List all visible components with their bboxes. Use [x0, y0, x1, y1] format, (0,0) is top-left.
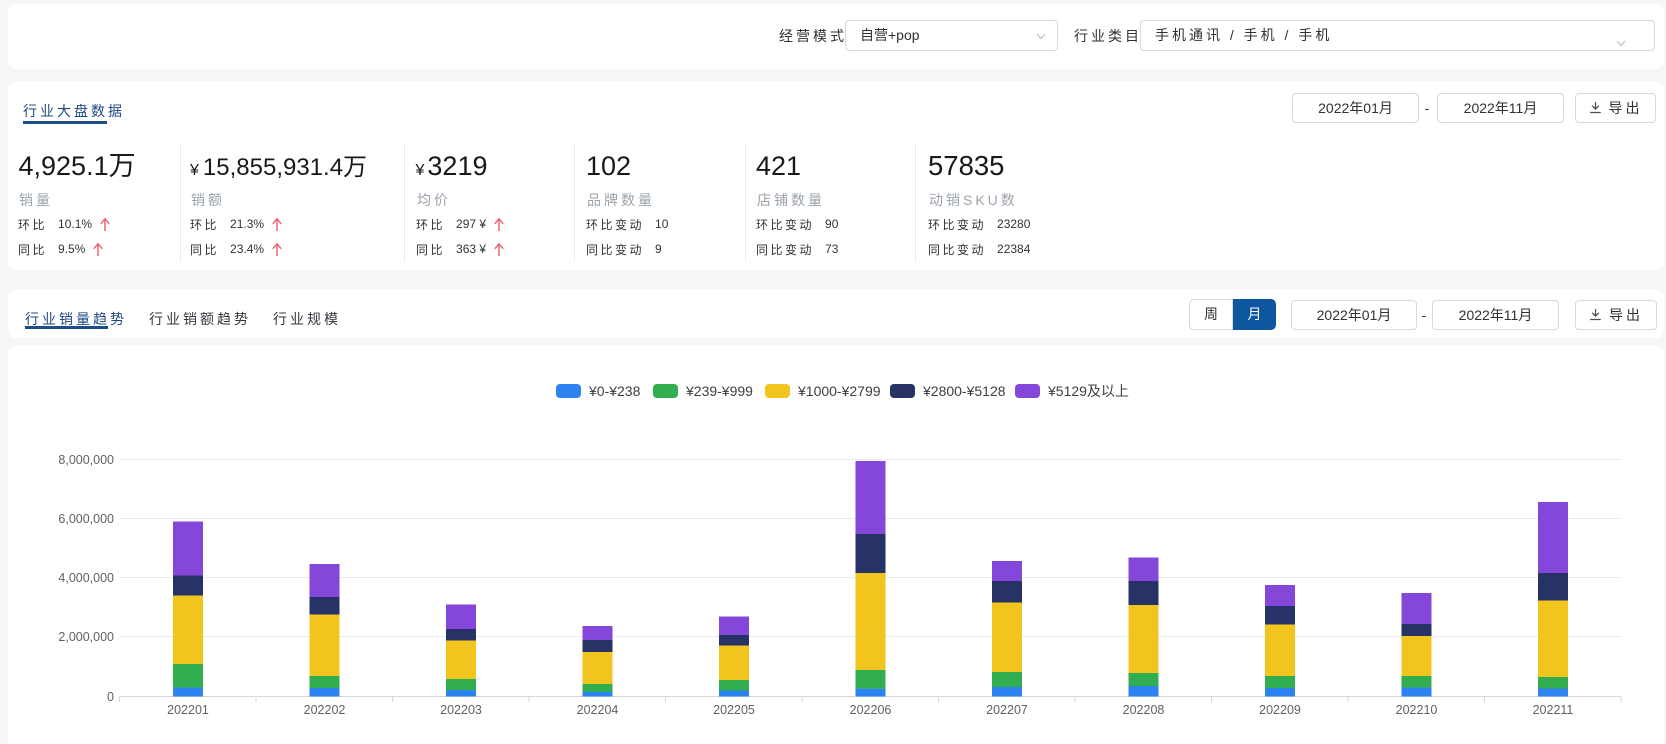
svg-text:202201: 202201 — [167, 703, 209, 717]
svg-text:202203: 202203 — [440, 703, 482, 717]
svg-text:202210: 202210 — [1396, 703, 1438, 717]
svg-text:202204: 202204 — [577, 703, 619, 717]
svg-text:4,000,000: 4,000,000 — [58, 571, 114, 585]
svg-text:0: 0 — [107, 690, 114, 704]
svg-text:2,000,000: 2,000,000 — [58, 630, 114, 644]
svg-text:8,000,000: 8,000,000 — [58, 453, 114, 467]
svg-text:202211: 202211 — [1533, 703, 1574, 717]
svg-text:202209: 202209 — [1259, 703, 1301, 717]
svg-text:6,000,000: 6,000,000 — [58, 512, 114, 526]
svg-text:202206: 202206 — [850, 703, 892, 717]
svg-text:202207: 202207 — [986, 703, 1028, 717]
svg-text:202208: 202208 — [1123, 703, 1165, 717]
svg-text:202205: 202205 — [713, 703, 755, 717]
svg-text:202202: 202202 — [304, 703, 346, 717]
